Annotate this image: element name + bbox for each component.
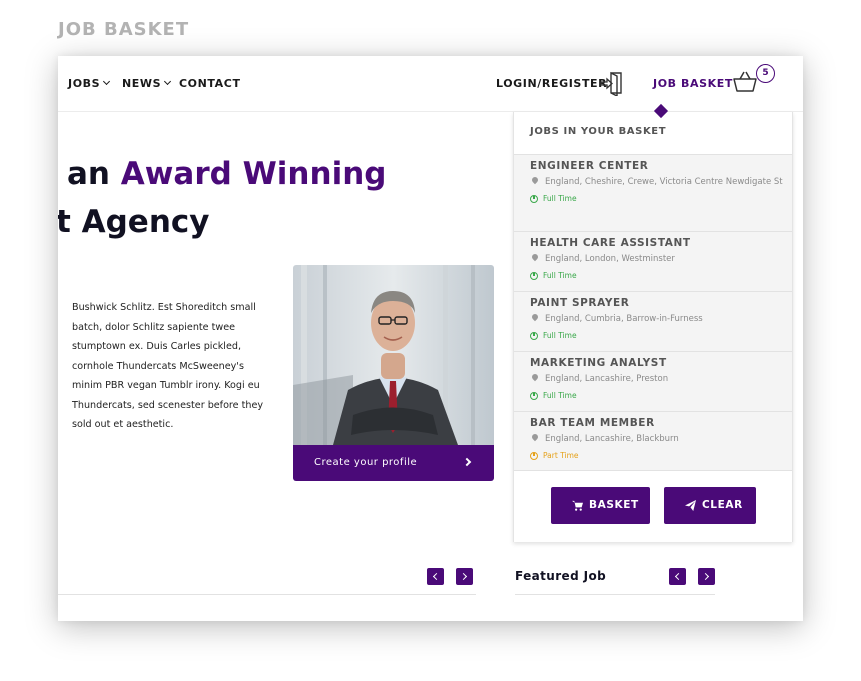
job-location: England, Lancashire, Blackburn xyxy=(530,431,792,448)
map-pin-icon xyxy=(530,432,540,442)
job-type-text: Full Time xyxy=(543,193,577,203)
map-pin-icon xyxy=(530,312,540,322)
clock-icon xyxy=(530,271,538,280)
carousel-next-button[interactable] xyxy=(456,568,473,585)
featured-divider xyxy=(515,594,715,595)
basket-job-list: ENGINEER CENTER England, Cheshire, Crewe… xyxy=(514,154,792,471)
chevron-down-icon xyxy=(103,77,111,86)
page-label: JOB BASKET xyxy=(58,19,190,40)
carousel-prev-button[interactable] xyxy=(427,568,444,585)
job-title: MARKETING ANALYST xyxy=(530,357,667,369)
basket-icon[interactable] xyxy=(733,70,757,94)
nav-item-news[interactable]: NEWS xyxy=(122,77,172,90)
job-title: ENGINEER CENTER xyxy=(530,160,649,172)
nav-item-label: NEWS xyxy=(122,77,162,90)
job-type: Full Time xyxy=(530,391,792,400)
nav-item-contact[interactable]: CONTACT xyxy=(179,77,241,90)
basket-job-item[interactable]: ENGINEER CENTER England, Cheshire, Crewe… xyxy=(514,154,792,231)
nav-item-jobs[interactable]: JOBS xyxy=(68,77,111,90)
hero-heading-accent: Award Winning xyxy=(120,156,387,192)
section-divider xyxy=(58,594,476,595)
login-register-link[interactable]: LOGIN/REGISTER xyxy=(496,77,607,90)
profile-photo xyxy=(293,265,494,445)
clock-icon xyxy=(530,391,538,400)
basket-button[interactable]: BASKET xyxy=(551,487,650,524)
basket-count-badge: 5 xyxy=(756,64,775,83)
basket-job-item[interactable]: PAINT SPRAYER England, Cumbria, Barrow-i… xyxy=(514,291,792,351)
profile-card: Create your profile xyxy=(293,265,494,481)
featured-next-button[interactable] xyxy=(698,568,715,585)
chevron-right-icon xyxy=(462,457,472,467)
job-type: Full Time xyxy=(530,271,792,280)
dropdown-title: JOBS IN YOUR BASKET xyxy=(530,126,667,137)
job-title: BAR TEAM MEMBER xyxy=(530,417,655,429)
create-profile-button[interactable]: Create your profile xyxy=(293,445,494,481)
hero-heading-line2: t Agency xyxy=(58,204,210,240)
job-location-text: England, London, Westminster xyxy=(545,254,675,264)
clock-icon xyxy=(530,331,538,340)
clear-button[interactable]: CLEAR xyxy=(664,487,756,524)
login-icon[interactable] xyxy=(599,70,625,96)
browser-window: JOBS NEWS CONTACT LOGIN/REGISTER JOB BAS… xyxy=(58,56,803,621)
nav-item-label: CONTACT xyxy=(179,77,241,90)
clock-icon xyxy=(530,194,538,203)
featured-prev-button[interactable] xyxy=(669,568,686,585)
job-location: England, Cumbria, Barrow-in-Furness xyxy=(530,311,792,328)
hero-heading-line1: an Award Winning xyxy=(67,156,386,192)
featured-job-title: Featured Job xyxy=(515,569,607,583)
top-nav: JOBS NEWS CONTACT LOGIN/REGISTER JOB BAS… xyxy=(58,56,803,112)
clear-button-label: CLEAR xyxy=(702,499,743,511)
job-basket-dropdown: JOBS IN YOUR BASKET ENGINEER CENTER Engl… xyxy=(513,112,793,542)
clock-icon xyxy=(530,451,538,460)
job-type: Full Time xyxy=(530,194,792,203)
job-type: Full Time xyxy=(530,331,792,340)
map-pin-icon xyxy=(530,372,540,382)
job-type-text: Full Time xyxy=(543,390,577,400)
basket-button-label: BASKET xyxy=(589,499,639,511)
job-location: England, Lancashire, Preston xyxy=(530,371,792,388)
hero-body-text: Bushwick Schlitz. Est Shoreditch small b… xyxy=(72,302,264,430)
basket-job-item[interactable]: HEALTH CARE ASSISTANT England, London, W… xyxy=(514,231,792,291)
basket-job-item[interactable]: MARKETING ANALYST England, Lancashire, P… xyxy=(514,351,792,411)
job-location-text: England, Lancashire, Blackburn xyxy=(545,434,679,444)
dropdown-footer: BASKET CLEAR xyxy=(514,470,792,542)
job-basket-link[interactable]: JOB BASKET xyxy=(653,77,733,90)
job-type-text: Full Time xyxy=(543,270,577,280)
job-title: HEALTH CARE ASSISTANT xyxy=(530,237,691,249)
job-location: England, London, Westminster xyxy=(530,251,792,268)
job-location: England, Cheshire, Crewe, Victoria Centr… xyxy=(530,174,792,191)
chevron-down-icon xyxy=(164,77,172,86)
job-location-text: England, Cheshire, Crewe, Victoria Centr… xyxy=(545,177,783,187)
cart-icon xyxy=(572,500,583,511)
map-pin-icon xyxy=(530,252,540,262)
job-type-text: Full Time xyxy=(543,330,577,340)
hero-heading-prefix: an xyxy=(67,156,110,192)
map-pin-icon xyxy=(530,175,540,185)
send-icon xyxy=(685,500,696,511)
job-type-text: Part Time xyxy=(543,450,579,460)
job-title: PAINT SPRAYER xyxy=(530,297,630,309)
basket-job-item[interactable]: BAR TEAM MEMBER England, Lancashire, Bla… xyxy=(514,411,792,471)
create-profile-label: Create your profile xyxy=(314,457,418,468)
job-location-text: England, Lancashire, Preston xyxy=(545,374,669,384)
job-type: Part Time xyxy=(530,451,792,460)
job-location-text: England, Cumbria, Barrow-in-Furness xyxy=(545,314,703,324)
nav-item-label: JOBS xyxy=(68,77,101,90)
